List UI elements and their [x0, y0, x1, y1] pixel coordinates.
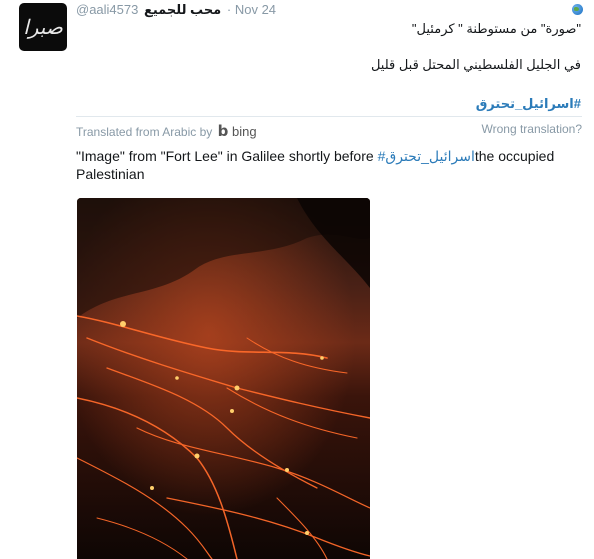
translated-from-label: Translated from Arabic by b bing: [76, 122, 257, 140]
wrong-translation-link[interactable]: Wrong translation?: [482, 122, 583, 136]
translated-text-part-1: "Image" from "Fort Lee" in Galilee short…: [76, 148, 378, 164]
translated-text: "Image" from "Fort Lee" in Galilee short…: [76, 147, 576, 183]
separator-dot: ·: [226, 2, 232, 17]
avatar[interactable]: صبرا: [19, 3, 67, 51]
user-handle[interactable]: @aali4573: [76, 2, 138, 17]
tweet-date[interactable]: Nov 24: [235, 2, 276, 17]
tweet: صبرا @aali4573 محب للجميع · Nov 24 "صورة…: [0, 0, 594, 559]
translated-hashtag-link[interactable]: #اسرائيل_تحترق: [378, 148, 475, 164]
tweet-photo[interactable]: [77, 198, 370, 559]
tweet-text-line-2: في الجليل الفلسطيني المحتل قبل قليل: [370, 57, 581, 72]
translation-header: Translated from Arabic by b bing Wrong t…: [76, 116, 583, 140]
translated-from-text: Translated from Arabic by: [76, 125, 213, 139]
avatar-text: صبرا: [23, 15, 63, 39]
display-name[interactable]: محب للجميع: [144, 2, 221, 17]
bing-label: bing: [232, 124, 257, 139]
bing-logo-icon[interactable]: b bing: [218, 122, 257, 140]
fire-photo-image: [77, 198, 370, 559]
hashtag-link[interactable]: #اسرائيل_تحترق: [476, 96, 581, 112]
tweet-text-line-1: "صورة" من مستوطنة " كرمئيل": [411, 21, 581, 36]
tweet-header: @aali4573 محب للجميع · Nov 24: [76, 2, 276, 18]
globe-icon[interactable]: [572, 4, 583, 15]
